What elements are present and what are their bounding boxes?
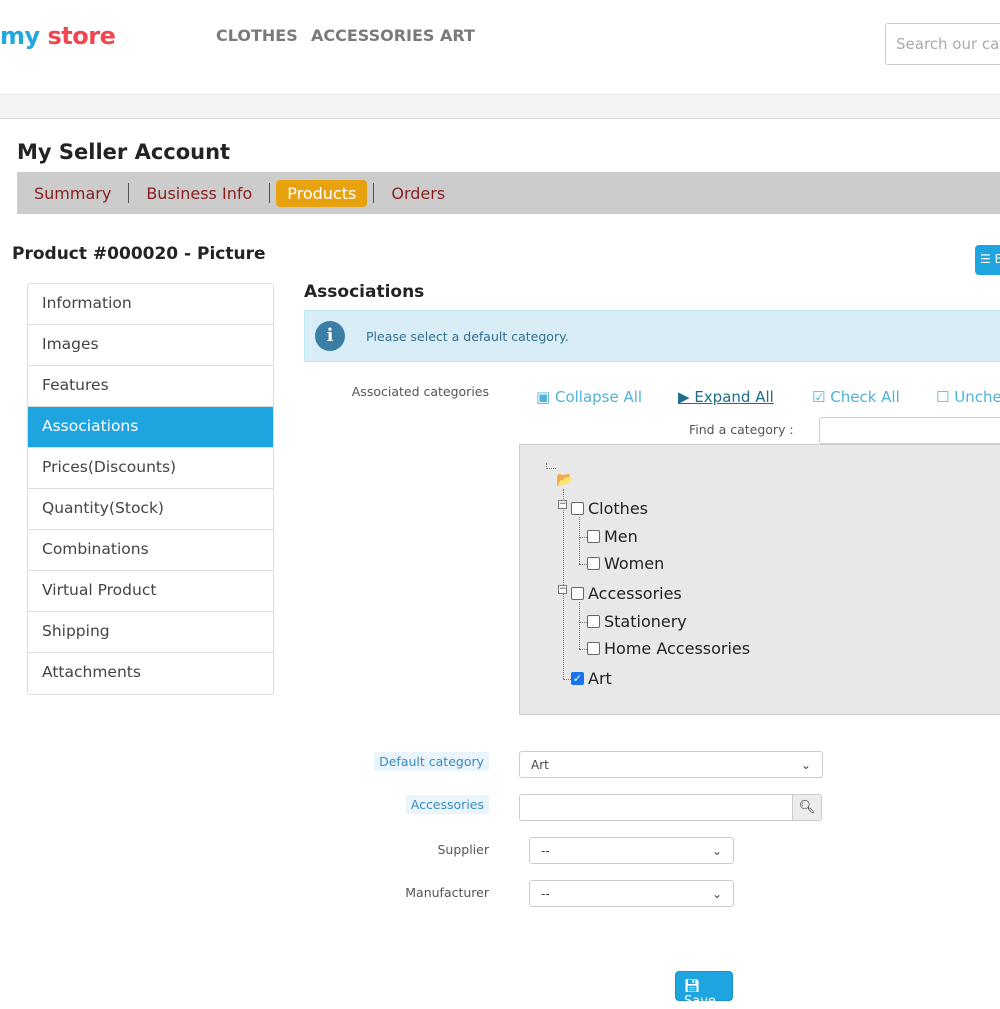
accessories-input[interactable] [519, 794, 793, 821]
menu-prices[interactable]: Prices(Discounts) [28, 448, 273, 489]
info-alert: i Please select a default category. [304, 310, 1000, 362]
checkbox[interactable] [587, 557, 600, 570]
find-category-input[interactable] [819, 417, 1000, 444]
check-icon: ☑ [812, 388, 826, 406]
page-title: My Seller Account [17, 140, 231, 164]
menu-information[interactable]: Information [28, 284, 273, 325]
tree-node-stationery[interactable]: Stationery [587, 612, 687, 631]
checkbox[interactable] [587, 642, 600, 655]
account-tabs: Summary Business Info Products Orders [17, 172, 1000, 214]
uncheck-all-link[interactable]: ☐ Uncheck All [936, 388, 1000, 406]
save-icon: 💾︎ [684, 979, 701, 994]
tree-actions: ▣ Collapse All ▶ Expand All ☑ Check All … [536, 388, 1000, 412]
default-category-label: Default category [289, 752, 489, 771]
menu-shipping[interactable]: Shipping [28, 612, 273, 653]
checkbox[interactable] [571, 587, 584, 600]
check-all-link[interactable]: ☑ Check All [812, 388, 900, 406]
checkbox[interactable] [587, 615, 600, 628]
divider [269, 183, 271, 203]
search-icon: 🔍︎ [798, 800, 816, 815]
nav-art[interactable]: ART [440, 26, 475, 45]
product-list-button[interactable]: ☰ B [975, 245, 1000, 275]
tree-node-home-accessories[interactable]: Home Accessories [587, 639, 750, 658]
category-tree: 📂 − − Clothes Men Women Accessories Stat… [519, 444, 1000, 715]
tab-orders[interactable]: Orders [380, 180, 456, 207]
expand-icon: ▶ [678, 388, 690, 406]
save-button[interactable]: 💾︎ Save [675, 971, 733, 1009]
header-divider [0, 94, 1000, 119]
checkbox[interactable] [571, 502, 584, 515]
collapse-all-link[interactable]: ▣ Collapse All [536, 388, 642, 406]
tree-node-men[interactable]: Men [587, 527, 638, 546]
store-logo[interactable]: my store [0, 22, 116, 50]
nav-accessories[interactable]: ACCESSORIES [311, 26, 434, 45]
checkbox-checked[interactable]: ✓ [571, 672, 584, 685]
product-menu: Information Images Features Associations… [27, 283, 274, 695]
tree-node-art[interactable]: ✓ Art [571, 669, 612, 688]
product-title: Product #000020 - Picture [12, 244, 266, 264]
tab-business-info[interactable]: Business Info [135, 180, 263, 207]
divider [128, 183, 130, 203]
menu-features[interactable]: Features [28, 366, 273, 407]
collapse-toggle-icon[interactable]: − [558, 500, 567, 509]
tree-node-clothes[interactable]: Clothes [571, 499, 648, 518]
divider [373, 183, 375, 203]
chevron-down-icon: ⌄ [711, 844, 722, 858]
default-category-select[interactable]: Art ⌄ [519, 751, 823, 778]
tree-node-accessories[interactable]: Accessories [571, 584, 682, 603]
alert-text: Please select a default category. [366, 328, 569, 344]
list-icon: ☰ [980, 252, 991, 266]
menu-images[interactable]: Images [28, 325, 273, 366]
collapse-toggle-icon[interactable]: − [558, 585, 567, 594]
info-icon: i [315, 321, 345, 351]
collapse-icon: ▣ [536, 388, 551, 406]
menu-virtual-product[interactable]: Virtual Product [28, 571, 273, 612]
folder-icon[interactable]: 📂 [556, 472, 573, 488]
tab-summary[interactable]: Summary [23, 180, 122, 207]
manufacturer-label: Manufacturer [405, 885, 489, 900]
tree-node-women[interactable]: Women [587, 554, 664, 573]
supplier-label: Supplier [437, 842, 489, 857]
chevron-down-icon: ⌄ [711, 887, 722, 901]
find-category-label: Find a category : [689, 422, 794, 437]
manufacturer-select[interactable]: -- ⌄ [529, 880, 734, 907]
associated-categories-label: Associated categories [351, 384, 489, 399]
checkbox[interactable] [587, 530, 600, 543]
menu-associations[interactable]: Associations [28, 407, 273, 448]
nav-clothes[interactable]: CLOTHES [216, 26, 298, 45]
tab-products[interactable]: Products [276, 179, 368, 207]
chevron-down-icon: ⌄ [800, 758, 811, 772]
uncheck-icon: ☐ [936, 388, 950, 406]
search-input[interactable]: Search our catalog [885, 23, 1000, 65]
section-heading: Associations [304, 282, 425, 302]
menu-attachments[interactable]: Attachments [28, 653, 273, 694]
menu-combinations[interactable]: Combinations [28, 530, 273, 571]
supplier-select[interactable]: -- ⌄ [529, 837, 734, 864]
accessories-label: Accessories [289, 795, 489, 814]
menu-quantity[interactable]: Quantity(Stock) [28, 489, 273, 530]
expand-all-link[interactable]: ▶ Expand All [678, 388, 774, 406]
accessories-search-button[interactable]: 🔍︎ [792, 794, 822, 821]
